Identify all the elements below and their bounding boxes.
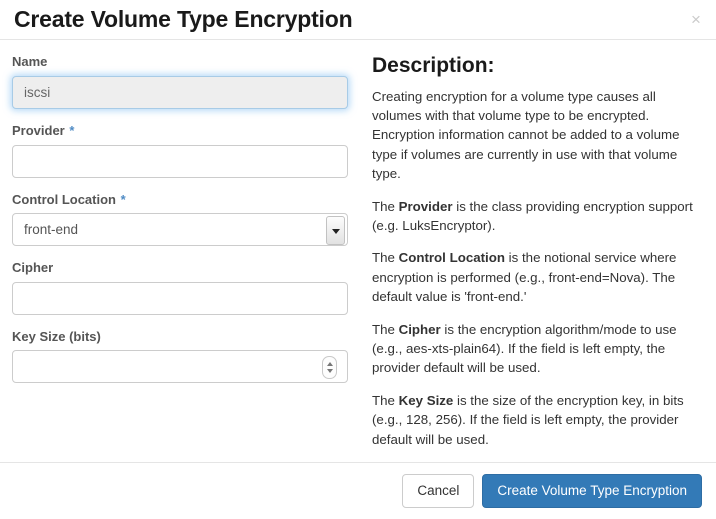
dialog-footer: Cancel Create Volume Type Encryption [0, 462, 716, 519]
description-keyword: Provider [399, 199, 453, 214]
label-cipher: Cipher [12, 260, 348, 276]
close-icon[interactable]: × [685, 8, 707, 30]
description-keyword: Cipher [399, 322, 441, 337]
form-group-cipher: Cipher [12, 260, 348, 315]
description-paragraph: The Control Location is the notional ser… [372, 248, 704, 306]
form-group-key-size: Key Size (bits) [12, 329, 348, 384]
description-paragraph: The Provider is the class providing encr… [372, 197, 704, 236]
control-location-select[interactable]: front-end [12, 213, 348, 246]
description-paragraph: Creating encryption for a volume type ca… [372, 87, 704, 184]
name-input[interactable] [12, 76, 348, 109]
description-keyword: Key Size [399, 393, 454, 408]
label-control-location-text: Control Location [12, 192, 116, 207]
description-title: Description: [372, 54, 704, 77]
key-size-input[interactable] [12, 350, 348, 383]
form-group-provider: Provider * [12, 123, 348, 178]
label-key-size-text: Key Size (bits) [12, 329, 101, 344]
label-control-location: Control Location * [12, 192, 348, 208]
encryption-form: Name Provider * Control Location * front… [12, 54, 360, 462]
description-paragraph-text: Creating encryption for a volume type ca… [372, 89, 680, 182]
cipher-input[interactable] [12, 282, 348, 315]
provider-input[interactable] [12, 145, 348, 178]
required-marker-name [47, 54, 48, 69]
description-lead: The [372, 393, 399, 408]
description-lead: The [372, 322, 399, 337]
form-group-control-location: Control Location * front-end [12, 192, 348, 247]
control-location-select-wrapper: front-end [12, 213, 348, 246]
description-lead: The [372, 199, 399, 214]
description-keyword: Control Location [399, 250, 505, 265]
page-title: Create Volume Type Encryption [14, 7, 352, 32]
required-marker-key-size [101, 329, 102, 344]
label-key-size: Key Size (bits) [12, 329, 348, 345]
description-panel: Description: Creating encryption for a v… [360, 54, 704, 462]
required-marker-control-location: * [120, 192, 126, 207]
dialog-header: Create Volume Type Encryption × [0, 0, 716, 40]
label-name-text: Name [12, 54, 47, 69]
create-volume-type-encryption-dialog: Create Volume Type Encryption × Name Pro… [0, 0, 716, 519]
stepper-down-icon[interactable] [327, 369, 333, 373]
stepper-up-icon[interactable] [327, 362, 333, 366]
label-provider-text: Provider [12, 123, 65, 138]
submit-button[interactable]: Create Volume Type Encryption [482, 474, 702, 509]
description-paragraph: The Cipher is the encryption algorithm/m… [372, 320, 704, 378]
required-marker-provider: * [68, 123, 74, 138]
description-lead: The [372, 250, 399, 265]
cancel-button[interactable]: Cancel [402, 474, 474, 509]
key-size-wrapper [12, 350, 348, 383]
label-name: Name [12, 54, 348, 70]
number-stepper-icon[interactable] [322, 356, 337, 379]
label-cipher-text: Cipher [12, 260, 53, 275]
required-marker-cipher [53, 260, 54, 275]
label-provider: Provider * [12, 123, 348, 139]
form-group-name: Name [12, 54, 348, 109]
dialog-body: Name Provider * Control Location * front… [0, 40, 716, 462]
description-paragraph: The Key Size is the size of the encrypti… [372, 391, 704, 449]
